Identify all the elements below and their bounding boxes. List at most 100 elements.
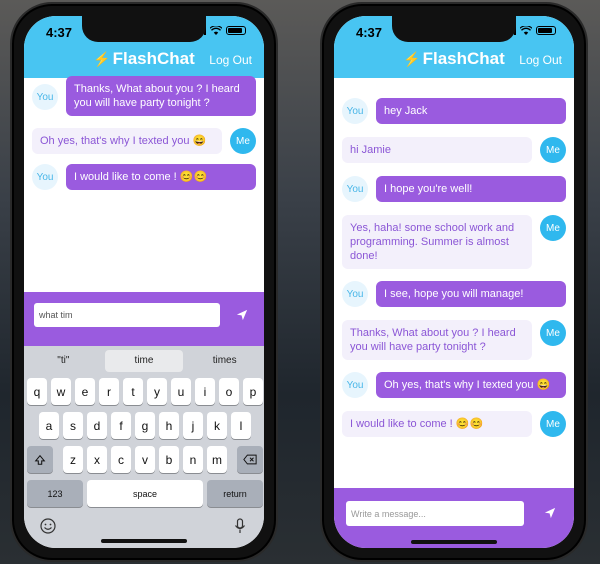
shift-icon <box>34 454 46 465</box>
key-s[interactable]: s <box>63 412 83 439</box>
key-b[interactable]: b <box>159 446 179 473</box>
message-bubble: hi Jamie <box>342 137 532 163</box>
key-t[interactable]: t <box>123 378 143 405</box>
key-y[interactable]: y <box>147 378 167 405</box>
avatar: You <box>342 176 368 202</box>
suggestion-item[interactable]: time <box>104 350 184 372</box>
avatar: You <box>342 98 368 124</box>
emoji-icon[interactable] <box>40 518 56 534</box>
avatar: Me <box>230 128 256 154</box>
key-d[interactable]: d <box>87 412 107 439</box>
key-p[interactable]: p <box>243 378 263 405</box>
message-bubble: I would like to come ! 😊😊 <box>66 164 256 190</box>
suggestion-item[interactable]: times <box>185 350 264 372</box>
notch <box>82 16 206 42</box>
avatar: You <box>32 84 58 110</box>
key-g[interactable]: g <box>135 412 155 439</box>
message-bubble: Oh yes, that's why I texted you 😄 <box>32 128 222 154</box>
key-l[interactable]: l <box>231 412 251 439</box>
numbers-key[interactable]: 123 <box>27 480 83 507</box>
message-bubble: Thanks, What about you ? I heard you wil… <box>66 76 256 116</box>
battery-icon <box>536 26 556 35</box>
list-item: hi Jamie Me <box>342 137 566 163</box>
keyboard: "ti" time times q w e r t y u i o p a s … <box>24 346 264 548</box>
app-title: FlashChat <box>112 49 195 68</box>
avatar: Me <box>540 320 566 346</box>
status-time: 4:37 <box>356 25 383 40</box>
list-item: You Thanks, What about you ? I heard you… <box>32 76 256 116</box>
message-bubble: Yes, haha! some school work and programm… <box>342 215 532 269</box>
backspace-key[interactable] <box>237 446 263 473</box>
phone-left: 4:37 ⚡ FlashChat Log Out You Thanks, Wha… <box>10 2 278 562</box>
key-z[interactable]: z <box>63 446 83 473</box>
key-h[interactable]: h <box>159 412 179 439</box>
logout-button[interactable]: Log Out <box>209 53 252 67</box>
logout-button[interactable]: Log Out <box>519 53 562 67</box>
lightning-icon: ⚡ <box>93 50 111 67</box>
list-item: You I would like to come ! 😊😊 <box>32 164 256 190</box>
avatar: Me <box>540 137 566 163</box>
message-bubble: Thanks, What about you ? I heard you wil… <box>342 320 532 360</box>
key-w[interactable]: w <box>51 378 71 405</box>
key-c[interactable]: c <box>111 446 131 473</box>
space-key[interactable]: space <box>87 480 203 507</box>
message-bubble: Oh yes, that's why I texted you 😄 <box>376 372 566 398</box>
list-item: You Oh yes, that's why I texted you 😄 <box>342 372 566 398</box>
suggestion-item[interactable]: "ti" <box>24 350 103 372</box>
key-i[interactable]: i <box>195 378 215 405</box>
avatar: Me <box>540 215 566 241</box>
key-r[interactable]: r <box>99 378 119 405</box>
avatar: Me <box>540 411 566 437</box>
message-bubble: hey Jack <box>376 98 566 124</box>
list-item: You hey Jack <box>342 98 566 124</box>
key-j[interactable]: j <box>183 412 203 439</box>
backspace-icon <box>243 454 257 465</box>
message-input[interactable]: what tim <box>34 303 220 327</box>
composer-bar: what tim <box>24 292 264 346</box>
wifi-icon <box>520 26 532 35</box>
screen-left: 4:37 ⚡ FlashChat Log Out You Thanks, Wha… <box>24 16 264 548</box>
avatar: You <box>342 281 368 307</box>
key-x[interactable]: x <box>87 446 107 473</box>
key-f[interactable]: f <box>111 412 131 439</box>
key-m[interactable]: m <box>207 446 227 473</box>
notch <box>392 16 516 42</box>
battery-icon <box>226 26 246 35</box>
message-bubble: I hope you're well! <box>376 176 566 202</box>
key-n[interactable]: n <box>183 446 203 473</box>
screen-right: 4:37 ⚡ FlashChat Log Out You hey Jack hi… <box>334 16 574 548</box>
home-indicator <box>411 540 497 544</box>
home-indicator <box>101 539 187 543</box>
key-a[interactable]: a <box>39 412 59 439</box>
list-item: You I see, hope you will manage! <box>342 281 566 307</box>
avatar: You <box>32 164 58 190</box>
list-item: Thanks, What about you ? I heard you wil… <box>342 320 566 360</box>
send-icon[interactable] <box>544 507 556 519</box>
key-q[interactable]: q <box>27 378 47 405</box>
shift-key[interactable] <box>27 446 53 473</box>
lightning-icon: ⚡ <box>403 50 421 67</box>
message-input[interactable]: Write a message... <box>346 501 524 526</box>
list-item: Yes, haha! some school work and programm… <box>342 215 566 269</box>
app-title: FlashChat <box>422 49 505 68</box>
message-bubble: I would like to come ! 😊😊 <box>342 411 532 437</box>
phone-right: 4:37 ⚡ FlashChat Log Out You hey Jack hi… <box>320 2 588 562</box>
mic-icon[interactable] <box>234 518 246 534</box>
avatar: You <box>342 372 368 398</box>
key-k[interactable]: k <box>207 412 227 439</box>
key-e[interactable]: e <box>75 378 95 405</box>
composer-bar: Write a message... <box>334 488 574 548</box>
key-v[interactable]: v <box>135 446 155 473</box>
list-item: You I hope you're well! <box>342 176 566 202</box>
message-list: You hey Jack hi Jamie Me You I hope you'… <box>334 78 574 548</box>
message-bubble: I see, hope you will manage! <box>376 281 566 307</box>
key-u[interactable]: u <box>171 378 191 405</box>
suggestion-bar: "ti" time times <box>24 350 264 372</box>
send-icon[interactable] <box>236 309 248 321</box>
status-time: 4:37 <box>46 25 73 40</box>
wifi-icon <box>210 26 222 35</box>
key-o[interactable]: o <box>219 378 239 405</box>
return-key[interactable]: return <box>207 480 263 507</box>
list-item: I would like to come ! 😊😊 Me <box>342 411 566 437</box>
list-item: Oh yes, that's why I texted you 😄 Me <box>32 128 256 154</box>
